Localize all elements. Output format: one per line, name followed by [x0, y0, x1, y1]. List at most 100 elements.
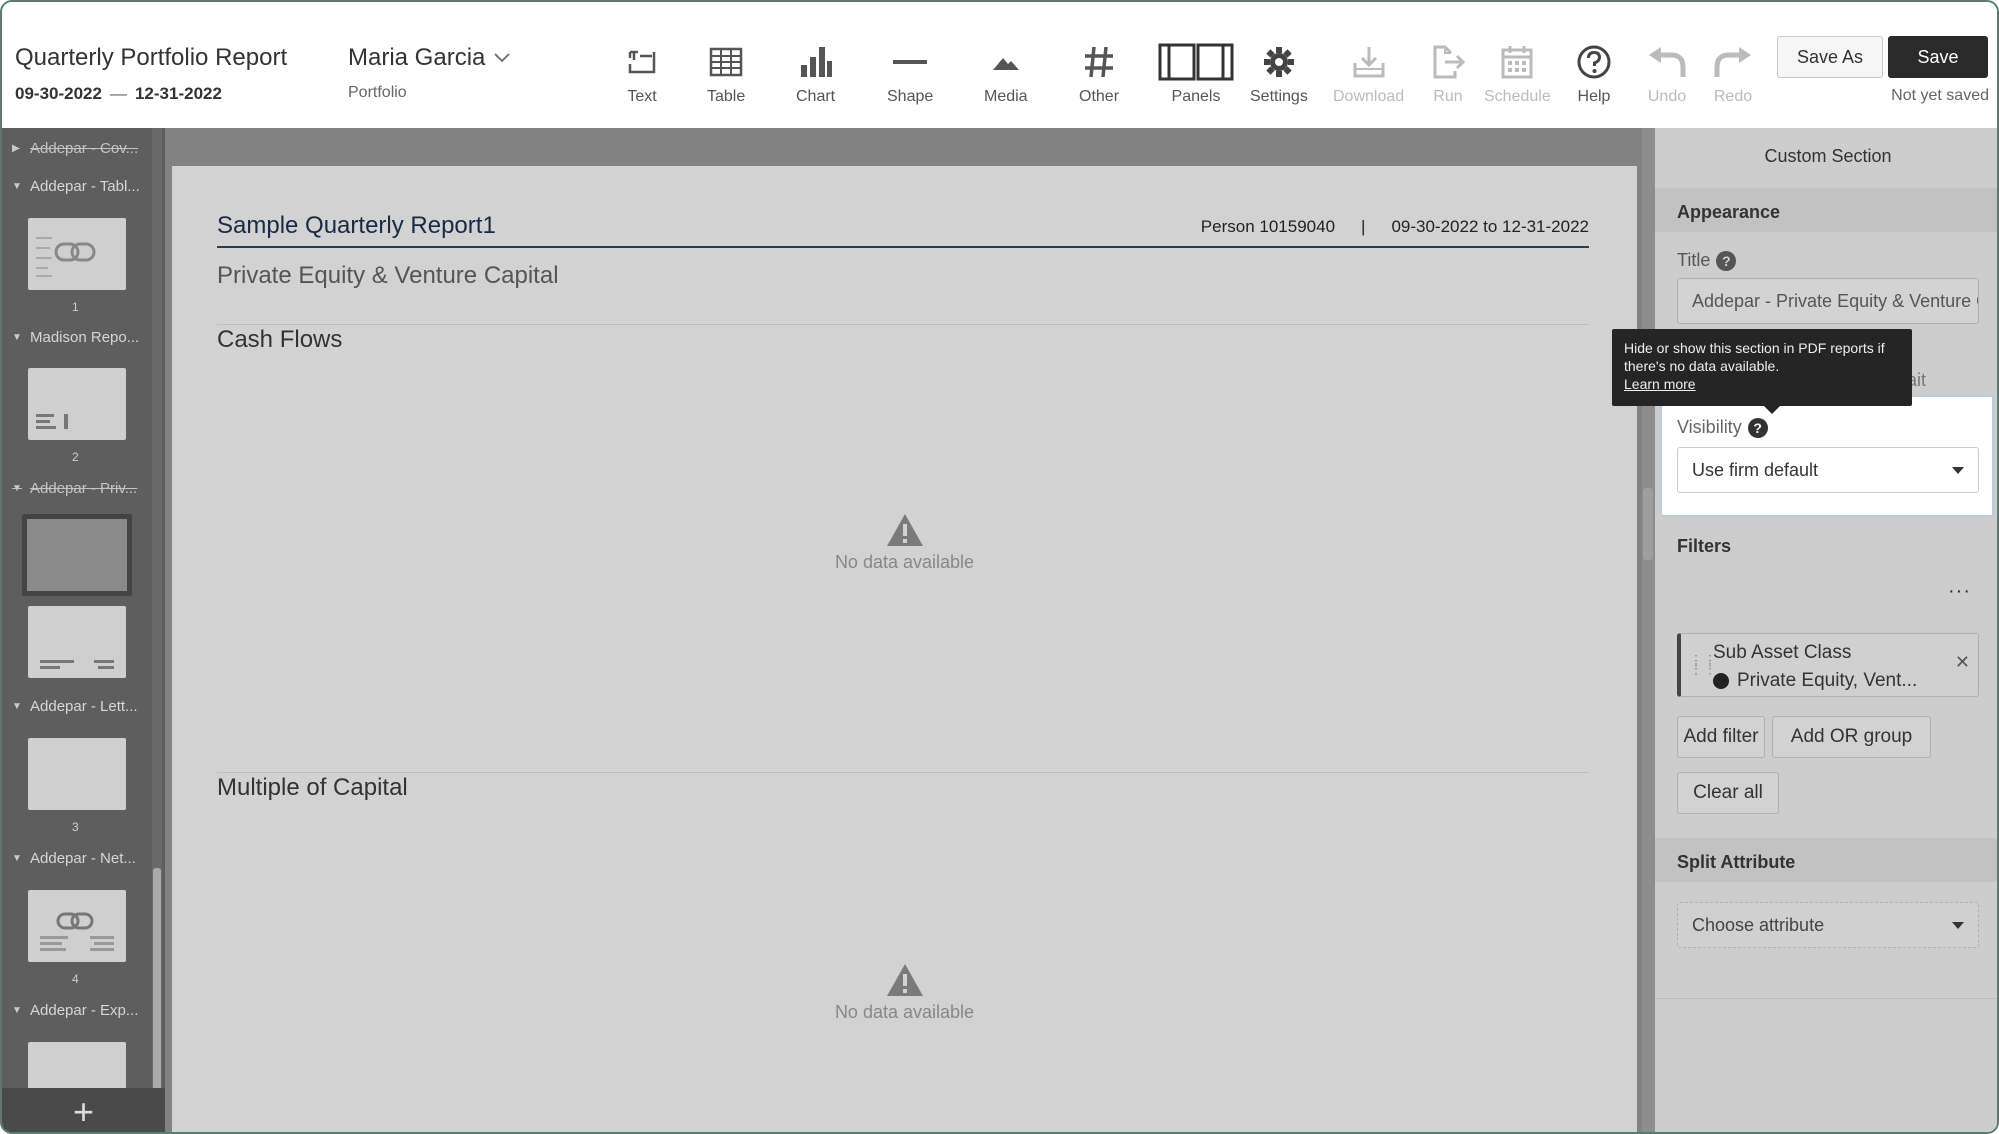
visibility-select[interactable]: Use firm default [1677, 447, 1979, 493]
tool-label: Redo [1713, 88, 1753, 105]
sidebar-group-label: Addepar - Priv... [30, 480, 138, 497]
redo-tool-button[interactable]: Redo [1713, 40, 1753, 110]
section-divider [217, 772, 1589, 773]
report-date-range-text: 09-30-2022 to 12-31-2022 [1391, 217, 1589, 236]
gear-icon [1263, 47, 1294, 77]
tool-label: Table [707, 88, 746, 105]
sidebar-group[interactable]: ▼ Addepar - Priv... [12, 480, 137, 497]
sidebar-scroll-thumb[interactable] [153, 868, 161, 1118]
save-button[interactable]: Save [1888, 36, 1988, 78]
other-tool-button[interactable]: Other [1079, 40, 1119, 110]
section-group-title[interactable]: Private Equity & Venture Capital [217, 262, 559, 290]
sidebar-group[interactable]: ▶ Addepar - Cov... [12, 140, 138, 157]
panel-divider [1655, 998, 1997, 999]
tool-label: Settings [1250, 88, 1308, 105]
page-thumbnail[interactable] [28, 606, 126, 678]
sidebar-group-label: Addepar - Cov... [30, 140, 139, 157]
more-options-icon[interactable]: ··· [1948, 580, 1971, 603]
sidebar-group[interactable]: ▼ Addepar - Net... [12, 850, 136, 867]
sidebar-group[interactable]: ▼ Addepar - Lett... [12, 698, 138, 715]
page-thumbnail[interactable] [28, 738, 126, 810]
page-thumbnail[interactable] [28, 890, 126, 962]
sidebar-group-label: Addepar - Net... [30, 850, 136, 867]
canvas-scrollbar[interactable] [1642, 128, 1655, 1132]
section-divider [217, 324, 1589, 325]
canvas-scroll-thumb[interactable] [1643, 488, 1653, 560]
multiple-of-capital-section-title[interactable]: Multiple of Capital [217, 774, 408, 802]
tooltip-arrow [1764, 406, 1780, 414]
page-preview [36, 414, 68, 429]
sidebar-group[interactable]: ▼ Addepar - Exp... [12, 1002, 138, 1019]
add-filter-button[interactable]: Add filter [1677, 716, 1765, 758]
help-icon[interactable]: ? [1716, 250, 1737, 271]
report-page: Sample Quarterly Report1 Person 10159040… [172, 166, 1637, 1132]
undo-tool-button[interactable]: Undo [1647, 40, 1687, 110]
page-preview [40, 660, 114, 669]
split-attribute-heading[interactable]: Split Attribute [1655, 838, 1997, 882]
help-tool-button[interactable]: Help [1576, 40, 1612, 110]
tool-label: Shape [887, 88, 934, 105]
page-thumbnail[interactable] [28, 368, 126, 440]
add-or-group-button[interactable]: Add OR group [1772, 716, 1931, 758]
save-status: Not yet saved [1891, 87, 1989, 104]
tool-label: Panels [1171, 88, 1221, 105]
split-attribute-placeholder: Choose attribute [1692, 914, 1825, 935]
visibility-value: Use firm default [1692, 459, 1819, 480]
chain-link-icon [40, 912, 114, 951]
sidebar-group[interactable]: ▼ Addepar - Tabl... [12, 178, 140, 195]
page-thumbnail[interactable] [28, 218, 126, 290]
page-thumbnail-selected[interactable] [22, 514, 132, 596]
tool-label: Help [1577, 88, 1611, 105]
clear-all-button[interactable]: Clear all [1677, 772, 1779, 814]
filter-chip[interactable]: ⋮⋮ ⋮⋮ Sub Asset Class Private Equity, Ven… [1677, 633, 1979, 697]
title-input[interactable]: Addepar - Private Equity & Venture Capit… [1677, 278, 1979, 324]
table-icon [709, 47, 743, 77]
download-icon [1353, 47, 1385, 78]
close-icon[interactable]: ✕ [1955, 652, 1970, 673]
learn-more-link[interactable]: Learn more [1624, 376, 1696, 392]
tool-label: Other [1079, 88, 1120, 105]
date-separator: — [109, 84, 127, 103]
chevron-down-icon [494, 53, 511, 63]
save-as-button[interactable]: Save As [1777, 36, 1883, 78]
text-tool-button[interactable]: Text [626, 40, 658, 110]
table-tool-button[interactable]: Table [707, 40, 745, 110]
no-data-message: No data available [834, 1002, 975, 1022]
help-icon [1577, 45, 1611, 79]
run-tool-button[interactable]: Run [1431, 40, 1465, 110]
title-field-label: Title ? [1677, 250, 1737, 271]
report-page-title: Sample Quarterly Report1 [217, 212, 496, 239]
shape-tool-button[interactable]: Shape [887, 40, 933, 110]
sidebar-group-label: Addepar - Tabl... [30, 178, 140, 195]
shape-icon [893, 60, 928, 64]
media-tool-button[interactable]: Media [984, 40, 1028, 110]
tool-label: Download [1333, 88, 1405, 105]
caret-down-icon: ▼ [12, 853, 22, 864]
split-attribute-select[interactable]: Choose attribute [1677, 902, 1979, 948]
cash-flows-section-title[interactable]: Cash Flows [217, 326, 342, 354]
owner-type: Portfolio [348, 84, 407, 101]
add-page-button[interactable]: + [2, 1088, 165, 1132]
warning-icon [886, 964, 923, 996]
settings-tool-button[interactable]: Settings [1250, 40, 1308, 110]
filter-value-text: Private Equity, Vent... [1737, 670, 1918, 691]
tool-label: Run [1433, 88, 1463, 105]
panels-tool-button[interactable]: Panels [1158, 40, 1234, 110]
top-toolbar: Quarterly Portfolio Report 09-30-2022 — … [2, 2, 1997, 128]
filters-heading[interactable]: Filters [1655, 522, 1997, 566]
appearance-heading[interactable]: Appearance [1655, 188, 1997, 232]
page-number: 3 [72, 820, 79, 834]
owner-selector[interactable]: Maria Garcia [348, 44, 511, 72]
caret-down-icon: ▼ [12, 1005, 22, 1016]
filter-value: Private Equity, Vent... [1713, 670, 1917, 692]
chain-link-icon [36, 237, 96, 277]
sidebar-group[interactable]: ▼ Madison Repo... [12, 329, 139, 346]
section-settings-panel: Custom Section Appearance Title ? Addepa… [1655, 128, 1997, 1132]
schedule-tool-button[interactable]: Schedule [1484, 40, 1551, 110]
help-icon[interactable]: ? [1747, 417, 1768, 438]
download-tool-button[interactable]: Download [1333, 40, 1404, 110]
report-date-range[interactable]: 09-30-2022 — 12-31-2022 [15, 84, 222, 104]
report-title[interactable]: Quarterly Portfolio Report [15, 44, 287, 72]
chart-tool-button[interactable]: Chart [796, 40, 835, 110]
panel-title: Custom Section [1764, 146, 1892, 166]
